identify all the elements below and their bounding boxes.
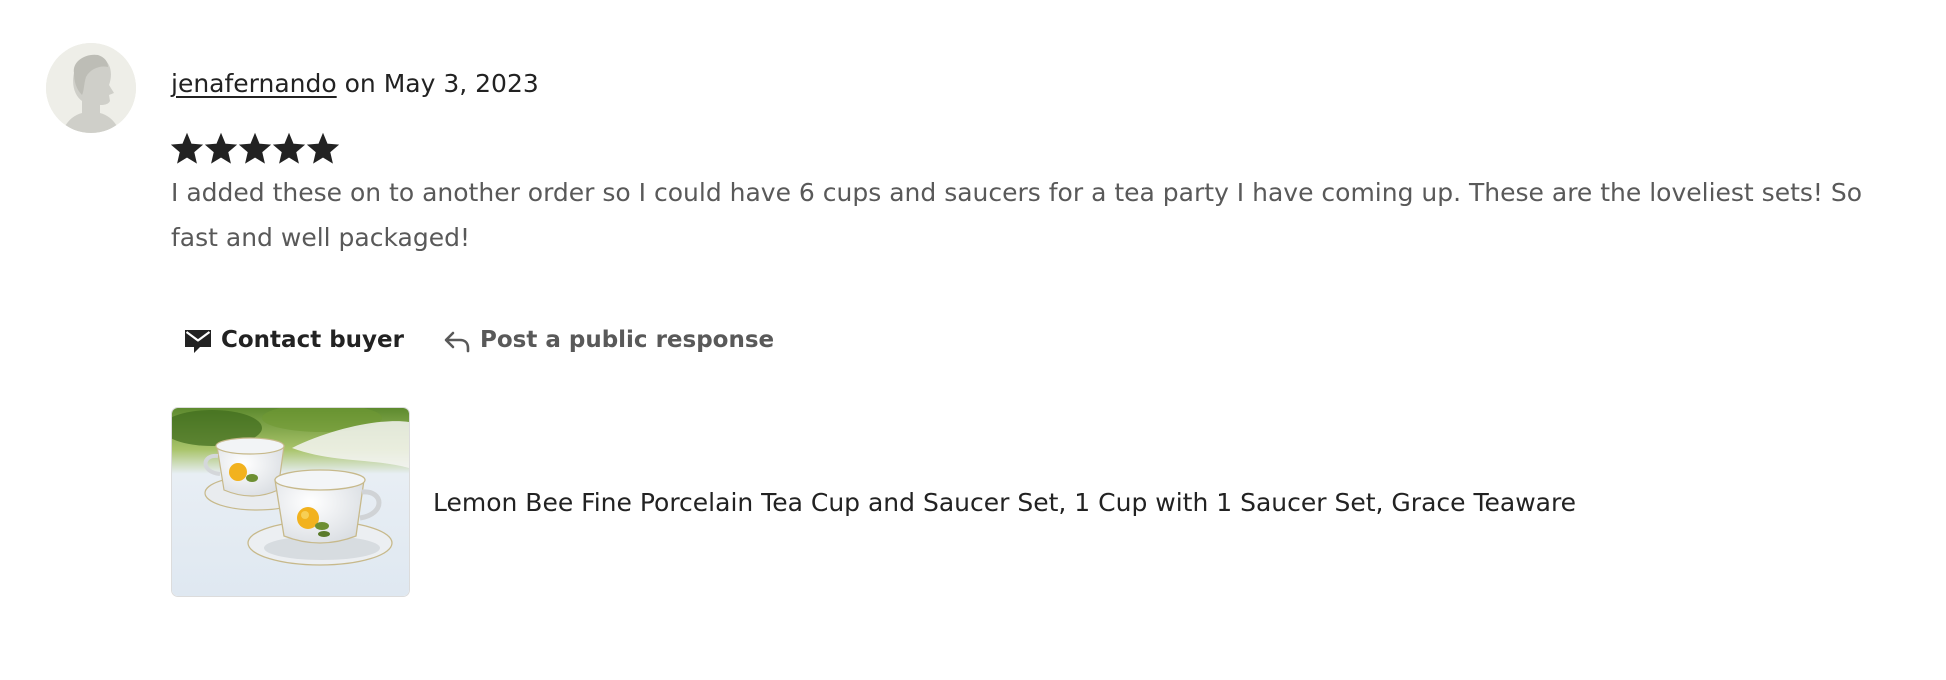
star-icon [204, 132, 238, 166]
review-header: jenafernando on May 3, 2023 [171, 64, 539, 104]
star-icon [272, 132, 306, 166]
envelope-icon [183, 325, 213, 355]
review-card: jenafernando on May 3, 2023 I added thes… [0, 0, 1946, 680]
product-thumbnail[interactable] [171, 407, 410, 597]
post-public-response-label: Post a public response [479, 327, 775, 353]
user-silhouette-icon [46, 43, 136, 133]
contact-buyer-label: Contact buyer [221, 327, 404, 353]
star-icon [306, 132, 340, 166]
review-text: I added these on to another order so I c… [171, 178, 1863, 252]
contact-buyer-button[interactable]: Contact buyer [171, 318, 416, 362]
star-icon [170, 132, 204, 166]
purchased-item: Lemon Bee Fine Porcelain Tea Cup and Sau… [171, 407, 1576, 597]
review-actions: Contact buyer Post a public response [171, 318, 786, 362]
reply-arrow-icon [442, 325, 472, 355]
star-icon [238, 132, 272, 166]
star-rating [170, 132, 340, 166]
avatar[interactable] [46, 43, 136, 133]
product-title-link[interactable]: Lemon Bee Fine Porcelain Tea Cup and Sau… [433, 488, 1576, 517]
reviewer-username-link[interactable]: jenafernando [171, 69, 337, 98]
post-public-response-button[interactable]: Post a public response [430, 318, 786, 362]
review-date: on May 3, 2023 [336, 69, 539, 98]
